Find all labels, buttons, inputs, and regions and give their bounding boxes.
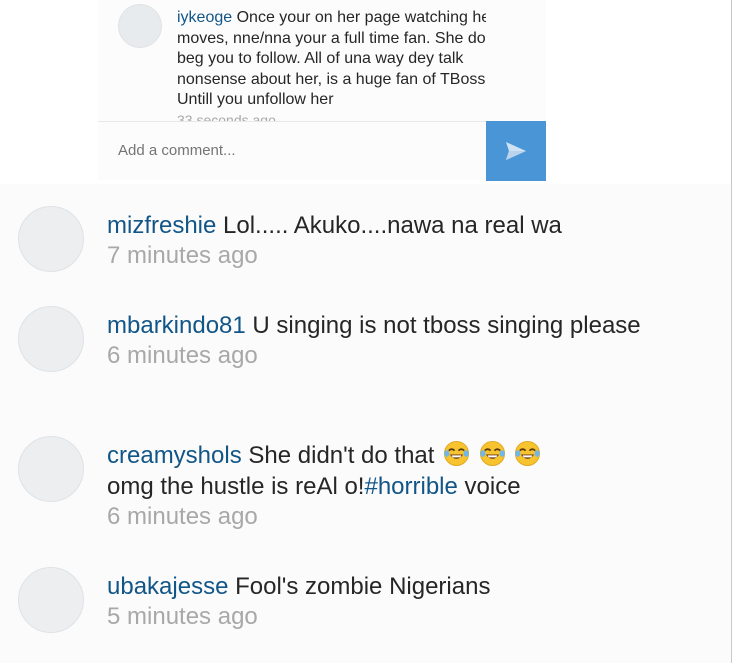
comment-input[interactable] (118, 142, 458, 159)
comment-timestamp: 6 minutes ago (107, 342, 258, 369)
comment-text: mbarkindo81 U singing is not tboss singi… (107, 310, 707, 371)
send-button[interactable] (486, 121, 546, 181)
avatar[interactable] (18, 436, 84, 502)
comment-text: creamyshols She didn't do that omg the h… (107, 440, 707, 532)
comment-text: mizfreshie Lol..... Akuko....nawa na rea… (107, 210, 707, 271)
reply-thread: iykeoge Once your on her page watching h… (98, 0, 546, 181)
comment-username[interactable]: creamyshols (107, 442, 242, 469)
laugh-emoji-group (441, 440, 541, 469)
send-arrow-icon (506, 142, 526, 160)
comment-timestamp: 6 minutes ago (107, 503, 258, 530)
comment-text: ubakajesse Fool's zombie Nigerians 5 min… (107, 571, 707, 632)
comment-timestamp: 5 minutes ago (107, 603, 258, 630)
tears-of-joy-emoji-icon (479, 440, 505, 467)
avatar[interactable] (18, 567, 84, 633)
reply-comment: iykeoge Once your on her page watching h… (98, 0, 486, 122)
comment-body: Fool's zombie Nigerians (235, 573, 491, 600)
tears-of-joy-emoji-icon (515, 440, 541, 467)
comment-body-tail: voice (457, 473, 521, 500)
comment-username[interactable]: mbarkindo81 (107, 312, 246, 339)
comment-username[interactable]: mizfreshie (107, 212, 216, 239)
comment-body-line2: omg the hustle is reAl o! (107, 473, 365, 500)
reply-comment-text: iykeoge Once your on her page watching h… (177, 8, 486, 111)
avatar[interactable] (18, 306, 84, 372)
comment-body: Lol..... Akuko....nawa na real wa (223, 212, 562, 239)
reply-username[interactable]: iykeoge (177, 9, 232, 26)
comment-username[interactable]: ubakajesse (107, 573, 228, 600)
reply-timestamp: 33 seconds ago (177, 112, 276, 122)
comment-body: U singing is not tboss singing please (252, 312, 641, 339)
hashtag-link[interactable]: #horrible (364, 473, 457, 500)
avatar[interactable] (18, 206, 84, 272)
avatar[interactable] (118, 4, 162, 48)
comment-body: She didn't do that (248, 442, 435, 469)
comment-composer (98, 122, 486, 180)
comment-list: mizfreshie Lol..... Akuko....nawa na rea… (0, 184, 731, 663)
tears-of-joy-emoji-icon (444, 440, 470, 467)
comment-timestamp: 7 minutes ago (107, 242, 258, 269)
